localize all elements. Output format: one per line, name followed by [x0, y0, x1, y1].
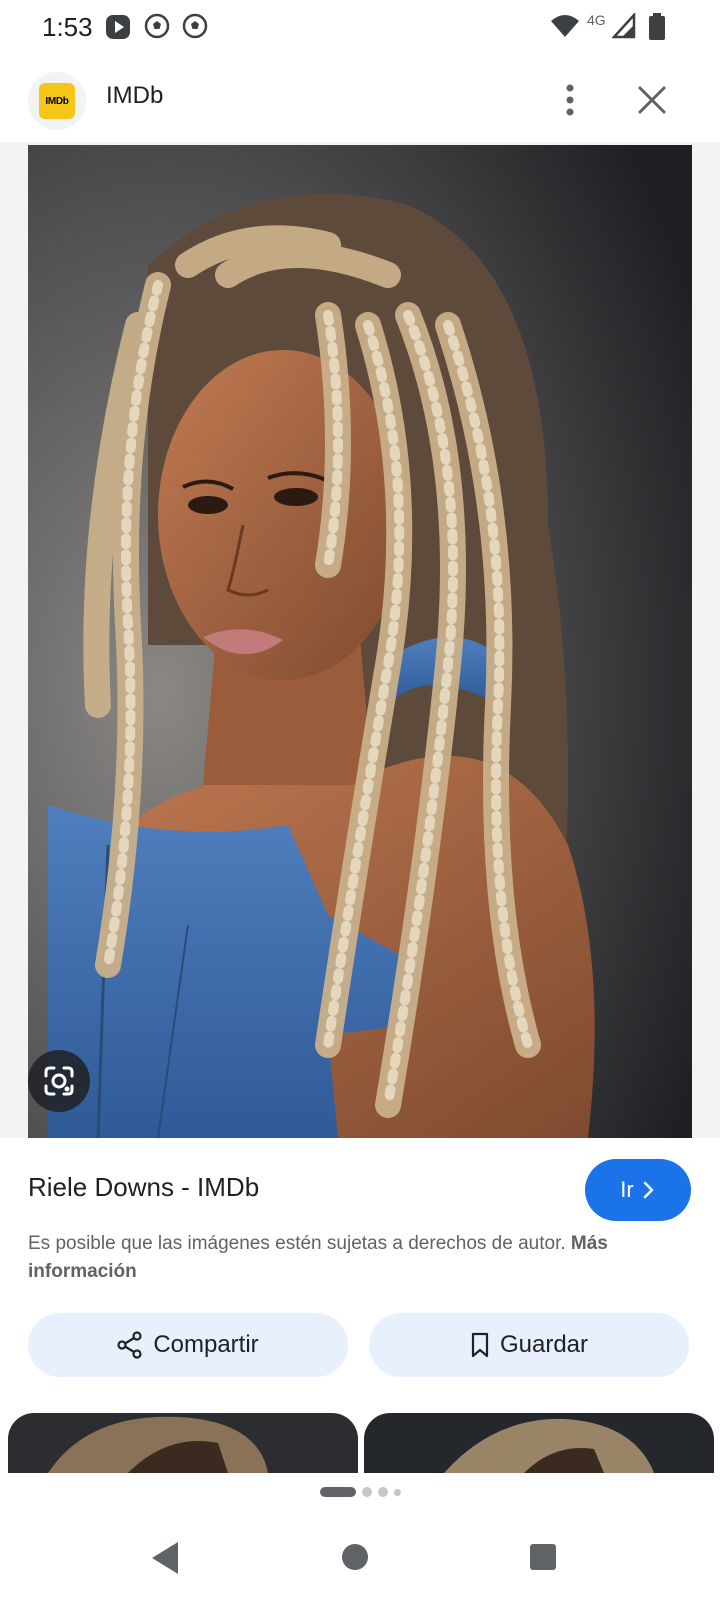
network-type: 4G [587, 12, 606, 28]
lens-icon [44, 1066, 74, 1096]
page-dot [361, 1487, 372, 1497]
status-bar: 1:53 4G [0, 0, 720, 56]
chevron-right-icon [643, 1181, 653, 1199]
share-icon [117, 1331, 142, 1359]
save-label: Guardar [499, 1331, 589, 1358]
system-nav-bar [0, 1530, 720, 1590]
share-label: Compartir [153, 1331, 259, 1358]
imdb-logo: IMDb [39, 83, 75, 119]
related-image-thumbnail[interactable] [8, 1413, 358, 1473]
portrait-photo [28, 145, 692, 1138]
close-button[interactable] [630, 78, 674, 122]
result-header: IMDb IMDb [0, 60, 720, 142]
status-time: 1:53 [42, 12, 93, 42]
result-title: Riele Downs - IMDb [28, 1172, 260, 1202]
page-dot [393, 1488, 401, 1496]
recents-icon[interactable] [528, 1542, 558, 1572]
page-dot [377, 1487, 388, 1497]
wifi-icon [551, 15, 579, 37]
more-vert-icon [566, 84, 574, 116]
copyright-text: Es posible que las imágenes estén sujeta… [28, 1233, 566, 1254]
back-icon[interactable] [150, 1540, 182, 1576]
bookmark-icon [471, 1332, 489, 1358]
thumbnail-photo [364, 1413, 714, 1473]
thumbnail-photo [8, 1413, 358, 1473]
battery-icon [649, 13, 665, 40]
close-icon [638, 86, 666, 114]
signal-icon [612, 13, 636, 39]
soccer-ball-icon [144, 13, 170, 39]
site-logo[interactable]: IMDb [28, 72, 86, 130]
visit-label: Ir [620, 1177, 634, 1202]
play-icon [106, 15, 130, 39]
save-button[interactable]: Guardar [369, 1313, 689, 1377]
share-button[interactable]: Compartir [28, 1313, 348, 1377]
related-image-thumbnail[interactable] [364, 1413, 714, 1473]
visit-button[interactable]: Ir [585, 1159, 691, 1221]
page-indicator [0, 1484, 720, 1500]
main-image[interactable] [28, 145, 692, 1138]
soccer-ball-icon [182, 13, 208, 39]
more-options-button[interactable] [548, 78, 592, 122]
site-name[interactable]: IMDb [106, 82, 163, 110]
google-lens-button[interactable] [28, 1050, 90, 1112]
home-icon[interactable] [340, 1542, 370, 1572]
page-dot-active [319, 1487, 356, 1497]
copyright-notice: Es posible que las imágenes estén sujeta… [28, 1230, 678, 1286]
